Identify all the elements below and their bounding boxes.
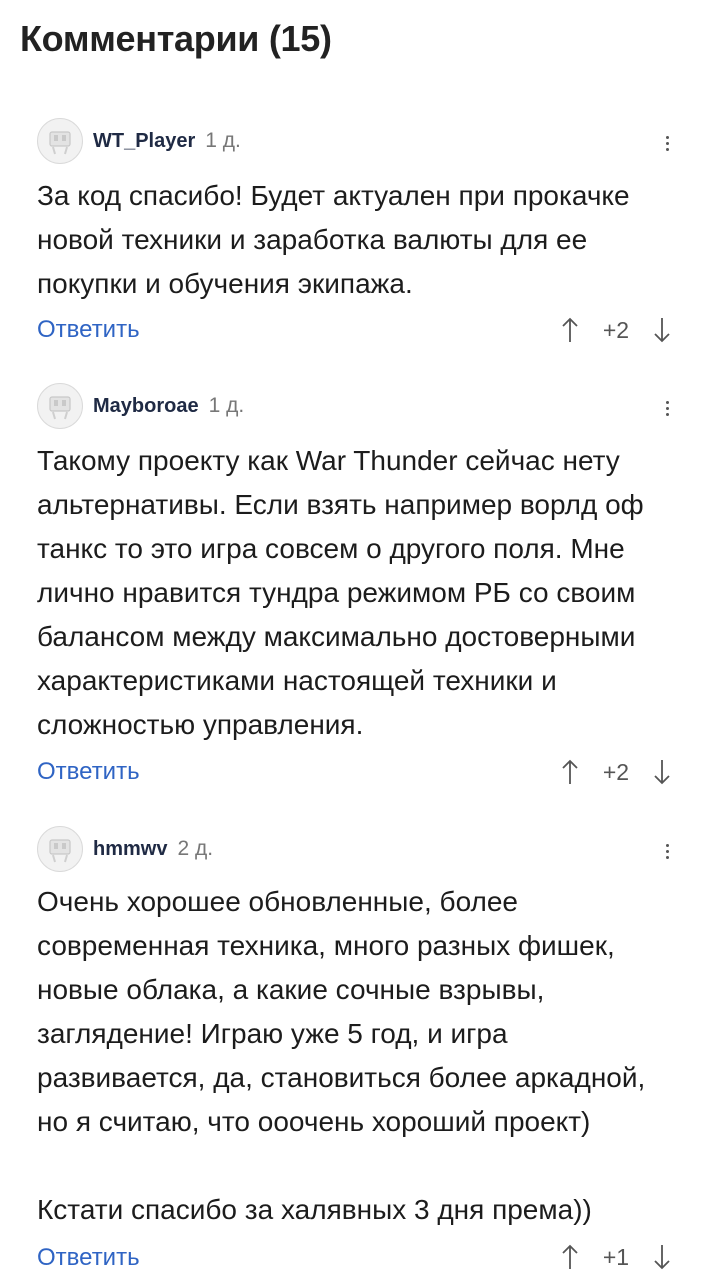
- comment-username[interactable]: WT_Player: [93, 130, 195, 153]
- arrow-up-icon[interactable]: [556, 757, 584, 787]
- comment-header: WT_Player 1 д.: [37, 118, 241, 164]
- comment-text: За код спасибо! Будет актуален при прока…: [37, 180, 630, 299]
- comment-item: hmmwv 2 д. Очень хорошее обновленные, бо…: [0, 826, 724, 1280]
- arrow-up-icon[interactable]: [556, 1242, 584, 1272]
- vote-score: +2: [602, 758, 630, 785]
- page-title: Комментарии (15): [20, 18, 332, 59]
- default-avatar-icon[interactable]: [37, 383, 83, 429]
- vote-score: +2: [602, 316, 630, 343]
- more-vertical-icon[interactable]: [660, 844, 674, 859]
- comment-text: Очень хорошее обновленные, более совреме…: [37, 886, 646, 1225]
- more-vertical-icon[interactable]: [660, 401, 674, 416]
- default-avatar-icon[interactable]: [37, 826, 83, 872]
- comment-item: Mayboroae 1 д. Такому проекту как War Th…: [0, 383, 724, 793]
- comment-time: 1 д.: [208, 394, 245, 417]
- arrow-down-icon[interactable]: [648, 1242, 676, 1272]
- comment-item: WT_Player 1 д. За код спасибо! Будет акт…: [0, 118, 724, 358]
- vote-controls: +2: [556, 757, 676, 787]
- arrow-down-icon[interactable]: [648, 315, 676, 345]
- comment-username[interactable]: hmmwv: [93, 838, 167, 861]
- vote-score: +1: [602, 1243, 630, 1270]
- reply-button[interactable]: Ответить: [37, 316, 140, 344]
- more-vertical-icon[interactable]: [660, 136, 674, 151]
- reply-button[interactable]: Ответить: [37, 758, 140, 786]
- comment-text: Такому проекту как War Thunder сейчас не…: [37, 445, 644, 740]
- comment-time: 1 д.: [205, 129, 241, 152]
- comment-header: hmmwv 2 д.: [37, 826, 213, 872]
- reply-button[interactable]: Ответить: [37, 1244, 140, 1272]
- default-avatar-icon[interactable]: [37, 118, 83, 164]
- comment-time: 2 д.: [177, 837, 214, 860]
- vote-controls: +1: [556, 1242, 676, 1272]
- comment-header: Mayboroae 1 д.: [37, 383, 244, 429]
- arrow-up-icon[interactable]: [556, 315, 584, 345]
- comment-username[interactable]: Mayboroae: [93, 395, 199, 418]
- vote-controls: +2: [556, 315, 676, 345]
- arrow-down-icon[interactable]: [648, 757, 676, 787]
